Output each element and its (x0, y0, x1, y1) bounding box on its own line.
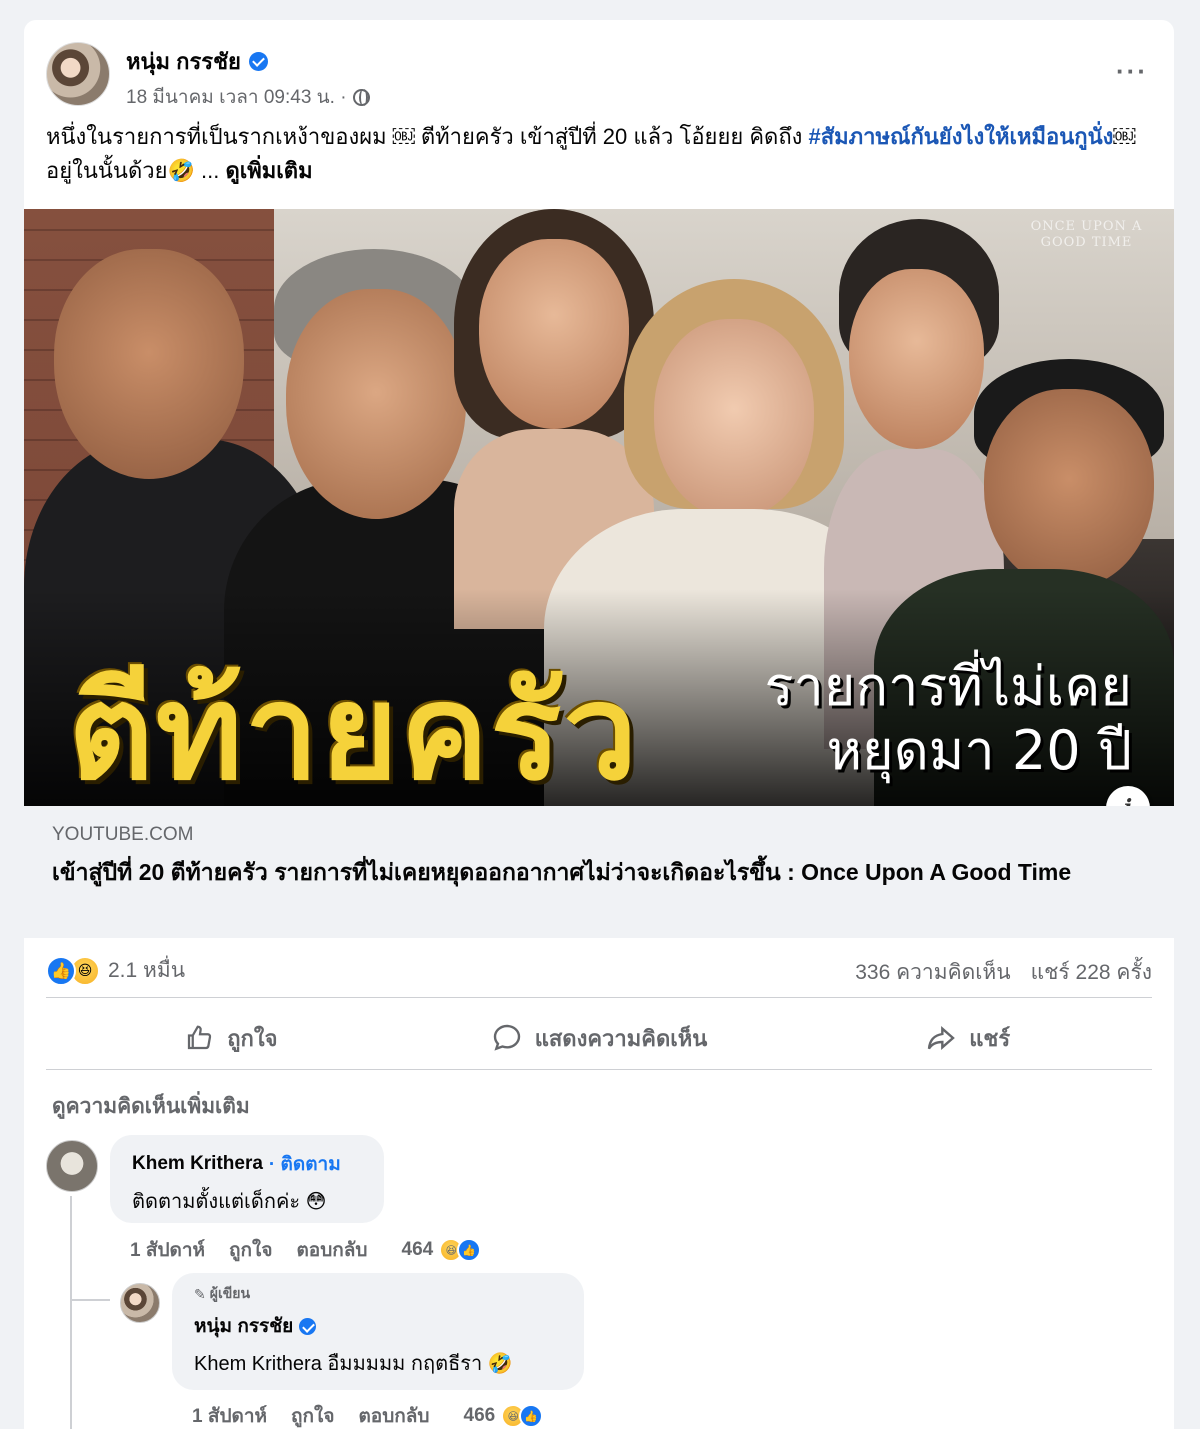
reply-like-link[interactable]: ถูกใจ (291, 1401, 334, 1429)
reactions-summary[interactable]: 👍 😆 2.1 หมื่น (46, 954, 185, 987)
like-reaction-icon: 👍 (46, 955, 76, 986)
see-more-link[interactable]: ดูเพิ่มเติม (225, 158, 312, 183)
post-meta: 18 มีนาคม เวลา 09:43 น. · (126, 82, 370, 112)
video-thumbnail[interactable]: ONCE UPON A GOOD TIME ตีท้ายครัว รายการท… (24, 209, 1174, 806)
comment-reply-link[interactable]: ตอบกลับ (296, 1235, 367, 1265)
thumbnail-subtitle-line2: หยุดมา 20 ปี (826, 719, 1132, 782)
comment-time[interactable]: 1 สัปดาห์ (130, 1235, 205, 1265)
thumbnail-person-6-face (984, 389, 1154, 589)
view-more-comments-link[interactable]: ดูความคิดเห็นเพิ่มเติม (52, 1090, 250, 1123)
follow-link[interactable]: · ติดตาม (269, 1149, 341, 1179)
post-text-main: หนึ่งในรายการที่เป็นรากเหง้าของผม ￼ ตีท้… (46, 124, 809, 149)
thumbnail-big-title: ตีท้ายครัว (68, 656, 640, 806)
reply-author-row: หนุ่ม กรรชัย (194, 1311, 562, 1341)
thumbnail-person-2-face (286, 289, 466, 519)
show-logo: ONCE UPON A GOOD TIME (1030, 219, 1143, 250)
divider-top (46, 997, 1152, 998)
reply-author-name[interactable]: หนุ่ม กรรชัย (194, 1311, 293, 1341)
reply-reactions[interactable]: 466 😆 👍 (464, 1404, 544, 1428)
reply-avatar[interactable] (120, 1283, 160, 1323)
comment-author-row: Khem Krithera · ติดตาม (132, 1149, 362, 1179)
thumbnail-person-1-face (54, 249, 244, 479)
comment-like-link[interactable]: ถูกใจ (229, 1235, 272, 1265)
comment-reactions[interactable]: 464 😆 👍 (402, 1238, 482, 1262)
share-arrow-icon (925, 1022, 957, 1054)
author-name[interactable]: หนุ่ม กรรชัย (126, 44, 241, 79)
verified-badge-icon (248, 52, 268, 71)
link-preview[interactable]: YOUTUBE.COM เข้าสู่ปีที่ 20 ตีท้ายครัว ร… (24, 806, 1174, 938)
thumbnail-person-3-face (479, 239, 629, 429)
post-text: หนึ่งในรายการที่เป็นรากเหง้าของผม ￼ ตีท้… (46, 120, 1156, 188)
share-button[interactable]: แชร์ (783, 1007, 1152, 1069)
thread-line-vertical (70, 1196, 72, 1429)
author-badge: ✎ ผู้เขียน (194, 1283, 562, 1305)
comment-reaction-count: 464 (401, 1239, 434, 1260)
action-bar: ถูกใจ แสดงความคิดเห็น แชร์ (46, 1007, 1152, 1069)
link-title[interactable]: เข้าสู่ปีที่ 20 ตีท้ายครัว รายการที่ไม่เ… (52, 856, 1132, 889)
comment-button[interactable]: แสดงความคิดเห็น (415, 1007, 784, 1069)
comment-label: แสดงความคิดเห็น (534, 1025, 708, 1051)
link-domain: YOUTUBE.COM (52, 824, 194, 845)
post-stats: 336 ความคิดเห็น แชร์ 228 ครั้ง (855, 956, 1152, 989)
reaction-count[interactable]: 2.1 หมื่น (108, 954, 185, 987)
post-timestamp[interactable]: 18 มีนาคม เวลา 09:43 น. · (126, 82, 347, 112)
reply-time[interactable]: 1 สัปดาห์ (192, 1401, 267, 1429)
more-options-button[interactable]: ··· (1112, 56, 1152, 86)
author-name-row[interactable]: หนุ่ม กรรชัย (126, 44, 268, 79)
comment-author-name[interactable]: Khem Krithera (132, 1153, 263, 1175)
like-reaction-icon: 👍 (457, 1238, 482, 1262)
comment-text: ติดตามตั้งแต่เด็กค่ะ 😳 (132, 1191, 327, 1213)
like-reaction-icon: 👍 (519, 1404, 544, 1428)
comment-bubble: Khem Krithera · ติดตาม ติดตามตั้งแต่เด็ก… (110, 1135, 384, 1223)
reply-bubble: ✎ ผู้เขียน หนุ่ม กรรชัย Khem Krithera อื… (172, 1273, 584, 1390)
comment-count[interactable]: 336 ความคิดเห็น (855, 956, 1010, 989)
comment-avatar[interactable] (46, 1140, 98, 1192)
thumbnail-person-4-face (654, 319, 814, 519)
reply-meta: 1 สัปดาห์ ถูกใจ ตอบกลับ 466 😆 👍 (192, 1401, 544, 1429)
like-label: ถูกใจ (227, 1025, 278, 1051)
globe-icon (352, 88, 370, 106)
thumbnail-subtitle: รายการที่ไม่เคย หยุดมา 20 ปี (764, 655, 1132, 783)
author-avatar[interactable] (46, 42, 110, 106)
reply-reply-link[interactable]: ตอบกลับ (358, 1401, 429, 1429)
comment-meta: 1 สัปดาห์ ถูกใจ ตอบกลับ 464 😆 👍 (130, 1235, 482, 1265)
verified-badge-icon (299, 1317, 317, 1335)
like-button[interactable]: ถูกใจ (46, 1007, 415, 1069)
post-card: หนุ่ม กรรชัย 18 มีนาคม เวลา 09:43 น. · ·… (24, 20, 1174, 1429)
thumbnail-subtitle-line1: รายการที่ไม่เคย (764, 655, 1132, 718)
share-label: แชร์ (969, 1025, 1011, 1051)
thumbs-up-icon (183, 1022, 215, 1054)
comment-bubble-icon (491, 1022, 523, 1054)
reply-text: Khem Krithera อืมมมมม กฤตธีรา 🤣 (194, 1353, 513, 1375)
thread-line-branch (70, 1299, 110, 1301)
thumbnail-person-5-face (849, 269, 984, 449)
pencil-icon: ✎ (194, 1285, 206, 1302)
reply-reaction-count: 466 (463, 1405, 496, 1426)
hashtag-link[interactable]: #สัมภาษณ์กันยังไงให้เหมือนกูนั่ง (809, 124, 1114, 149)
share-count[interactable]: แชร์ 228 ครั้ง (1031, 956, 1152, 989)
author-badge-label: ผู้เขียน (209, 1285, 251, 1301)
divider-bottom (46, 1069, 1152, 1070)
